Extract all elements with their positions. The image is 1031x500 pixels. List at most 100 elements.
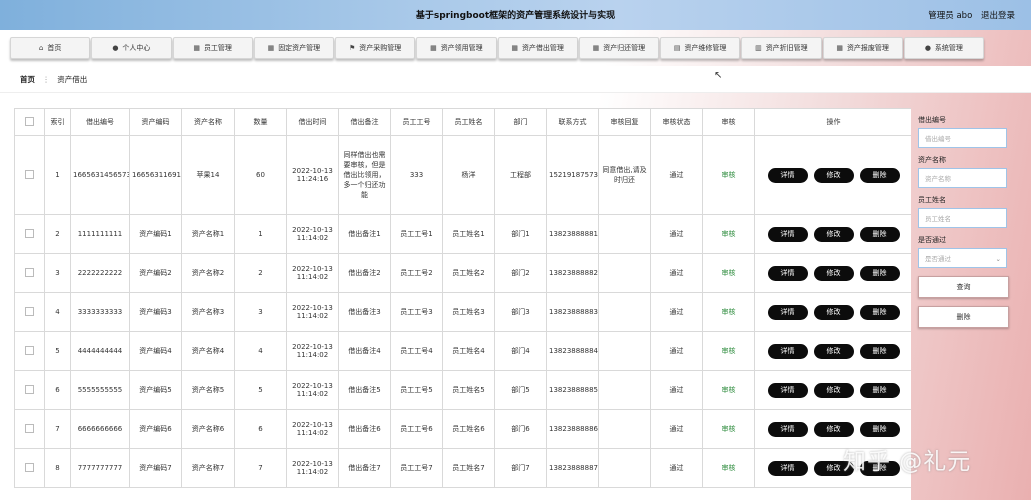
table-cell: 通过 (650, 331, 703, 371)
row-checkbox[interactable] (25, 169, 34, 179)
nav-item-2[interactable]: ▦ 员工管理 (172, 37, 253, 59)
row-checkbox-cell[interactable] (14, 409, 45, 449)
row-checkbox[interactable] (25, 423, 34, 433)
table-cell: 资产名称1 (181, 214, 235, 254)
table-cell: 5555555555 (70, 370, 130, 410)
actions-cell: 详情 修改 删除 (754, 214, 911, 254)
review-link[interactable]: 审核 (702, 135, 755, 215)
nav-item-11[interactable]: ● 系统管理 (903, 37, 984, 59)
lend-table: 索引 借出编号 资产编码 资产名称 数量 借出时间 借出备注 员工工号 员工姓名 部门 联系方式 审核… (14, 108, 911, 488)
delete-button[interactable]: 删除 (859, 304, 900, 320)
nav-item-7[interactable]: ▦ 资产归还管理 (578, 37, 659, 59)
nav-item-8[interactable]: ▤ 资产维修管理 (660, 37, 741, 59)
watermark: 知乎 @礼元 (843, 449, 972, 475)
review-link[interactable]: 审核 (702, 331, 755, 371)
row-checkbox[interactable] (25, 384, 34, 394)
edit-button[interactable]: 修改 (813, 421, 854, 437)
edit-button[interactable]: 修改 (813, 304, 854, 320)
delete-selected-button[interactable]: 删除 (918, 306, 1009, 328)
table-cell: 通过 (650, 253, 703, 293)
nav-label: 资产借出管理 (521, 44, 564, 52)
row-checkbox-cell[interactable] (14, 331, 45, 371)
delete-button[interactable]: 删除 (859, 421, 900, 437)
employee-name-input[interactable]: 员工姓名 (918, 208, 1007, 228)
review-link[interactable]: 审核 (702, 292, 755, 332)
nav-item-0[interactable]: ⌂ 首页 (10, 37, 91, 59)
row-checkbox[interactable] (25, 462, 34, 472)
nav-item-3[interactable]: ▦ 固定资产管理 (253, 37, 334, 59)
table-cell: 借出备注2 (338, 253, 391, 293)
table-cell: 资产编码5 (129, 370, 182, 410)
nav-icon: ⌂ (38, 44, 44, 52)
nav-label: 资产领用管理 (440, 44, 483, 52)
table-cell: 资产编码2 (129, 253, 182, 293)
detail-button[interactable]: 详情 (767, 460, 808, 476)
passed-select[interactable]: 是否通过 ⌄ (918, 248, 1007, 268)
nav-item-4[interactable]: ⚑ 资产采购管理 (335, 37, 416, 59)
detail-button[interactable]: 详情 (767, 382, 808, 398)
nav-item-6[interactable]: ▦ 资产借出管理 (497, 37, 578, 59)
row-checkbox[interactable] (25, 228, 34, 238)
table-cell: 借出备注3 (338, 292, 391, 332)
detail-button[interactable]: 详情 (767, 421, 808, 437)
edit-button[interactable]: 修改 (813, 265, 854, 281)
edit-button[interactable]: 修改 (813, 167, 854, 183)
table-row: 3 2222222222 资产编码2 资产名称2 2 2022-10-13 11:14:0… (14, 253, 911, 293)
edit-button[interactable]: 修改 (813, 382, 854, 398)
table-cell: 部门3 (494, 292, 547, 332)
nav-item-5[interactable]: ▦ 资产领用管理 (416, 37, 497, 59)
detail-button[interactable]: 详情 (767, 167, 808, 183)
table-cell: 资产编码4 (129, 331, 182, 371)
checkbox[interactable] (25, 116, 34, 126)
table-cell (598, 214, 651, 254)
edit-button[interactable]: 修改 (813, 343, 854, 359)
detail-button[interactable]: 详情 (767, 304, 808, 320)
review-link[interactable]: 审核 (702, 448, 755, 488)
detail-button[interactable]: 详情 (767, 343, 808, 359)
table-cell: 员工姓名7 (442, 448, 495, 488)
logout-link[interactable]: 退出登录 (981, 11, 1015, 21)
detail-button[interactable]: 详情 (767, 265, 808, 281)
actions-cell: 详情 修改 删除 (754, 331, 911, 371)
delete-button[interactable]: 删除 (859, 382, 900, 398)
row-checkbox-cell[interactable] (14, 214, 45, 254)
nav-item-9[interactable]: ▥ 资产折旧管理 (741, 37, 822, 59)
delete-button[interactable]: 删除 (859, 265, 900, 281)
row-checkbox-cell[interactable] (14, 448, 45, 488)
breadcrumb-home[interactable]: 首页 (20, 75, 35, 84)
table-cell: 3 (234, 292, 287, 332)
asset-name-input[interactable]: 资产名称 (918, 168, 1007, 188)
table-row: 8 7777777777 资产编码7 资产名称7 7 2022-10-13 11:14:0… (14, 448, 911, 488)
table-cell: 1111111111 (70, 214, 130, 254)
row-checkbox-cell[interactable] (14, 292, 45, 332)
select-all-checkbox[interactable] (14, 108, 45, 136)
row-checkbox[interactable] (25, 306, 34, 316)
row-checkbox-cell[interactable] (14, 370, 45, 410)
column-header: 操作 (754, 108, 911, 136)
table-cell: 工程部 (494, 135, 547, 215)
review-link[interactable]: 审核 (702, 409, 755, 449)
nav-item-1[interactable]: ● 个人中心 (91, 37, 172, 59)
table-cell: 员工姓名5 (442, 370, 495, 410)
query-button[interactable]: 查询 (918, 276, 1009, 298)
detail-button[interactable]: 详情 (767, 226, 808, 242)
lend-no-input[interactable]: 借出编号 (918, 128, 1007, 148)
edit-button[interactable]: 修改 (813, 226, 854, 242)
nav-label: 员工管理 (203, 44, 232, 52)
review-link[interactable]: 审核 (702, 214, 755, 254)
table-cell: 员工工号6 (390, 409, 443, 449)
review-link[interactable]: 审核 (702, 253, 755, 293)
nav-label: 资产归还管理 (603, 44, 646, 52)
column-header: 索引 (44, 108, 71, 136)
nav-label: 个人中心 (122, 44, 151, 52)
review-link[interactable]: 审核 (702, 370, 755, 410)
delete-button[interactable]: 删除 (859, 167, 900, 183)
delete-button[interactable]: 删除 (859, 226, 900, 242)
nav-icon: ● (924, 44, 931, 52)
delete-button[interactable]: 删除 (859, 343, 900, 359)
row-checkbox-cell[interactable] (14, 135, 45, 215)
row-checkbox[interactable] (25, 345, 34, 355)
row-checkbox[interactable] (25, 267, 34, 277)
nav-item-10[interactable]: ▦ 资产报废管理 (822, 37, 903, 59)
row-checkbox-cell[interactable] (14, 253, 45, 293)
